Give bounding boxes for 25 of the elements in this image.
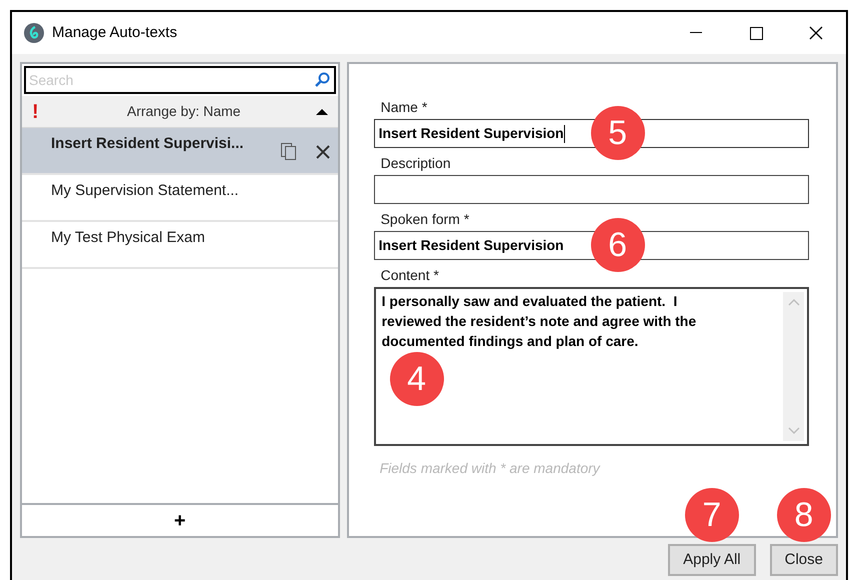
close-icon (809, 26, 823, 40)
search-icon[interactable] (314, 72, 330, 88)
arrange-label: Arrange by: Name (126, 102, 242, 121)
field-label: Description (380, 154, 452, 172)
field-label: Spoken form * (380, 210, 470, 228)
scrollbar[interactable] (783, 292, 804, 441)
add-button[interactable]: + (22, 503, 338, 536)
alert-mark: ! (32, 100, 40, 124)
arrange-header[interactable]: ! Arrange by: Name (22, 96, 338, 128)
numbered-callout: 5 (590, 106, 645, 160)
scroll-up-icon[interactable] (788, 298, 800, 306)
delete-icon[interactable] (316, 144, 330, 158)
input-field[interactable] (374, 175, 809, 204)
minimize-icon (690, 32, 702, 34)
numbered-callout: 6 (590, 218, 645, 272)
sort-up-icon[interactable] (316, 108, 328, 116)
app-logo-icon (24, 23, 44, 43)
scroll-down-icon[interactable] (788, 427, 800, 435)
list-item[interactable]: Insert Resident Supervisi... (22, 128, 338, 175)
field-label: Name * (380, 98, 428, 116)
copy-icon[interactable] (280, 143, 296, 160)
mandatory-hint: Fields marked with * are mandatory (380, 459, 602, 478)
field-label: Content * (380, 266, 440, 284)
window-title: Manage Auto-texts (52, 22, 178, 43)
maximize-icon (750, 26, 762, 40)
